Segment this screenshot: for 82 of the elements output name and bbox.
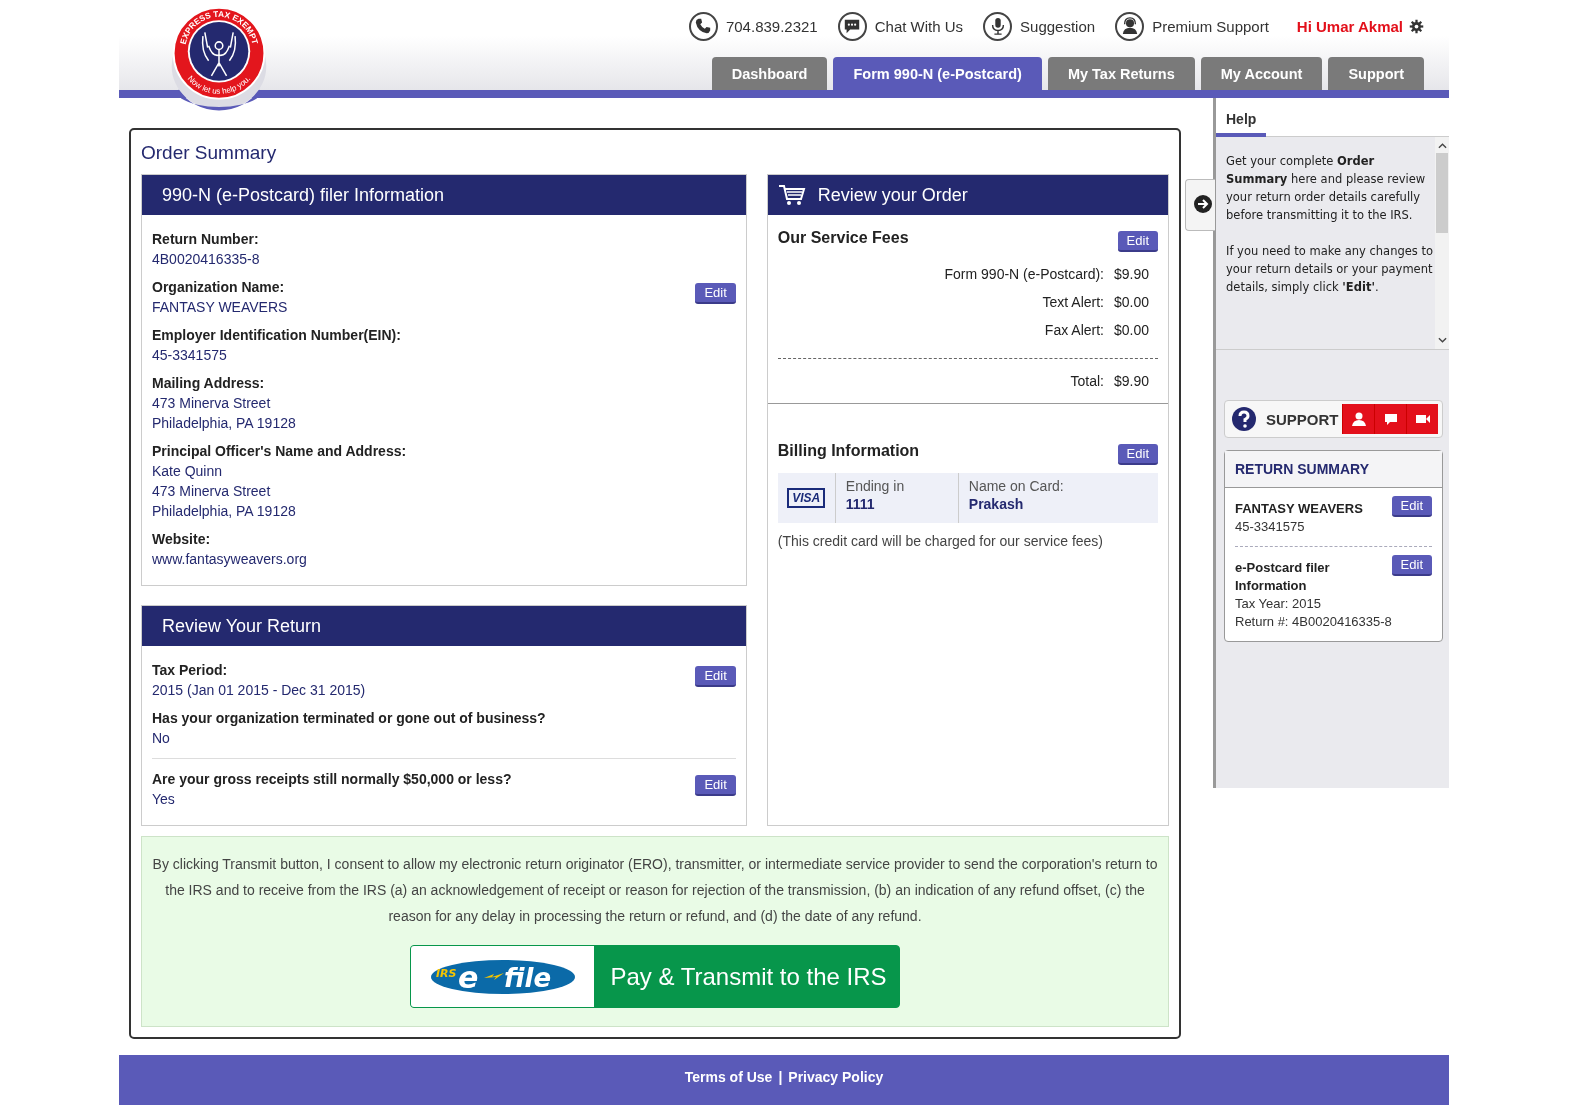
- return-summary-title: RETURN SUMMARY: [1225, 451, 1442, 488]
- fee-amount: $0.00: [1114, 322, 1150, 338]
- field-value: Yes: [152, 790, 176, 809]
- field-value: No: [152, 729, 171, 748]
- edit-button[interactable]: Edit: [1391, 555, 1432, 576]
- total-label: Total:: [1070, 373, 1104, 389]
- microphone-icon: [983, 11, 1013, 41]
- field-value: Philadelphia, PA 19128: [152, 502, 297, 521]
- field-value: 45-3341575: [152, 346, 228, 365]
- field-label: Employer Identification Number(EIN):: [152, 326, 401, 345]
- field-label: Website:: [152, 530, 212, 549]
- summary-item-value: 45-3341575: [1235, 518, 1306, 536]
- visa-logo: VISA: [787, 488, 826, 508]
- nav-tab[interactable]: My Account: [1200, 57, 1323, 90]
- edit-button[interactable]: Edit: [695, 775, 736, 796]
- footer-link[interactable]: Privacy Policy: [788, 1069, 884, 1105]
- card-note: (This credit card will be charged for our service fees): [777, 533, 1105, 549]
- field-value: 2015 (Jan 01 2015 - Dec 31 2015): [152, 681, 366, 700]
- section-header: 990-N (e-Postcard) filer Information: [142, 175, 746, 215]
- fee-label: Fax Alert:: [1044, 322, 1104, 338]
- support-label: SUPPORT: [1266, 410, 1340, 428]
- nav-tab[interactable]: Support: [1328, 57, 1424, 90]
- help-text: If you need to make any changes to your return details or your payment details, simply click 'Edit'.: [1226, 243, 1435, 296]
- field-label: Are your gross receipts still normally $50,000 or less?: [152, 770, 512, 789]
- nav-tab[interactable]: Dashboard: [711, 57, 828, 90]
- edit-button[interactable]: Edit: [1117, 231, 1158, 252]
- card-value: 1111: [845, 496, 876, 512]
- page-title: Order Summary: [141, 142, 278, 164]
- footer-separator: |: [778, 1069, 783, 1087]
- section-title: Review your Order: [817, 184, 968, 206]
- fee-label: Form 990-N (e-Postcard):: [944, 266, 1104, 282]
- top-link[interactable]: Chat With Us: [837, 11, 964, 41]
- total-amount: $9.90: [1114, 373, 1150, 389]
- field-label: Return Number:: [152, 230, 260, 249]
- fees-title: Our Service Fees: [777, 229, 909, 247]
- top-link[interactable]: 704.839.2321: [688, 11, 818, 41]
- cart-icon: [777, 184, 806, 206]
- phone-icon: [688, 11, 718, 41]
- help-text: Get your complete Order Summary here and please review your return order details carefully before transmitting it to the IRS.: [1226, 153, 1427, 224]
- card-value: Prakash: [968, 496, 1025, 512]
- fee-label: Text Alert:: [1042, 294, 1104, 310]
- field-value: Philadelphia, PA 19128: [152, 414, 296, 433]
- field-value: 473 Minerva Street: [152, 482, 272, 501]
- field-label: Principal Officer's Name and Address:: [152, 442, 407, 461]
- consent-text: By clicking Transmit button, I consent to allow my electronic return originator (ERO), transmitter, or intermediate service provider to send the corporation's return to the IRS and to receive from the IRS (a) an acknowledgement of receipt or reason for rejection of the transmission, (b) an indication of any refund offset, (c) the reason for any delay in processing the return or refund, and (d) the date of any refund.: [152, 855, 1158, 926]
- field-label: Has your organization terminated or gone out of business?: [152, 709, 546, 728]
- summary-item-value: Tax Year: 2015: [1235, 595, 1323, 613]
- fee-amount: $0.00: [1114, 294, 1150, 310]
- settings-icon[interactable]: [1409, 18, 1424, 34]
- edit-button[interactable]: Edit: [1117, 444, 1158, 465]
- card-label: Name on Card:: [968, 478, 1064, 494]
- footer-link[interactable]: Terms of Use: [684, 1069, 773, 1105]
- section-header: Review Your Return: [142, 606, 746, 646]
- scrollbar[interactable]: [1435, 137, 1449, 349]
- chat-icon: [837, 11, 867, 41]
- field-label: Mailing Address:: [152, 374, 266, 393]
- nav-tab[interactable]: My Tax Returns: [1047, 57, 1195, 90]
- user-greeting[interactable]: Hi Umar Akmal: [1296, 17, 1403, 35]
- help-icon: [1232, 407, 1256, 431]
- field-value: 473 Minerva Street: [152, 394, 272, 413]
- scroll-down-icon[interactable]: [1437, 337, 1447, 343]
- field-value: FANTASY WEAVERS: [152, 298, 288, 317]
- edit-button[interactable]: Edit: [695, 666, 736, 687]
- edit-button[interactable]: Edit: [1391, 496, 1432, 517]
- card-label: Ending in: [845, 478, 906, 494]
- fee-amount: $9.90: [1114, 266, 1150, 282]
- summary-item-title: e-Postcard filer Information: [1235, 559, 1331, 595]
- nav-tab[interactable]: Form 990-N (e-Postcard): [833, 57, 1042, 90]
- top-link[interactable]: Premium Support: [1115, 11, 1269, 41]
- scroll-up-icon[interactable]: [1437, 143, 1447, 149]
- top-link[interactable]: Suggestion: [983, 11, 1096, 41]
- field-value: www.fantasyweavers.org: [152, 550, 307, 569]
- field-label: Tax Period:: [152, 661, 229, 680]
- field-label: Organization Name:: [152, 278, 286, 297]
- video-camera-icon[interactable]: [1406, 404, 1438, 434]
- summary-item-value: Return #: 4B0020416335-8: [1235, 613, 1393, 631]
- field-value: Kate Quinn: [152, 462, 224, 481]
- summary-item-title: FANTASY WEAVERS: [1235, 500, 1364, 518]
- headset-person-icon: [1115, 11, 1145, 41]
- field-value: 4B0020416335-8: [152, 250, 260, 269]
- edit-button[interactable]: Edit: [695, 283, 736, 304]
- billing-title: Billing Information: [777, 442, 920, 460]
